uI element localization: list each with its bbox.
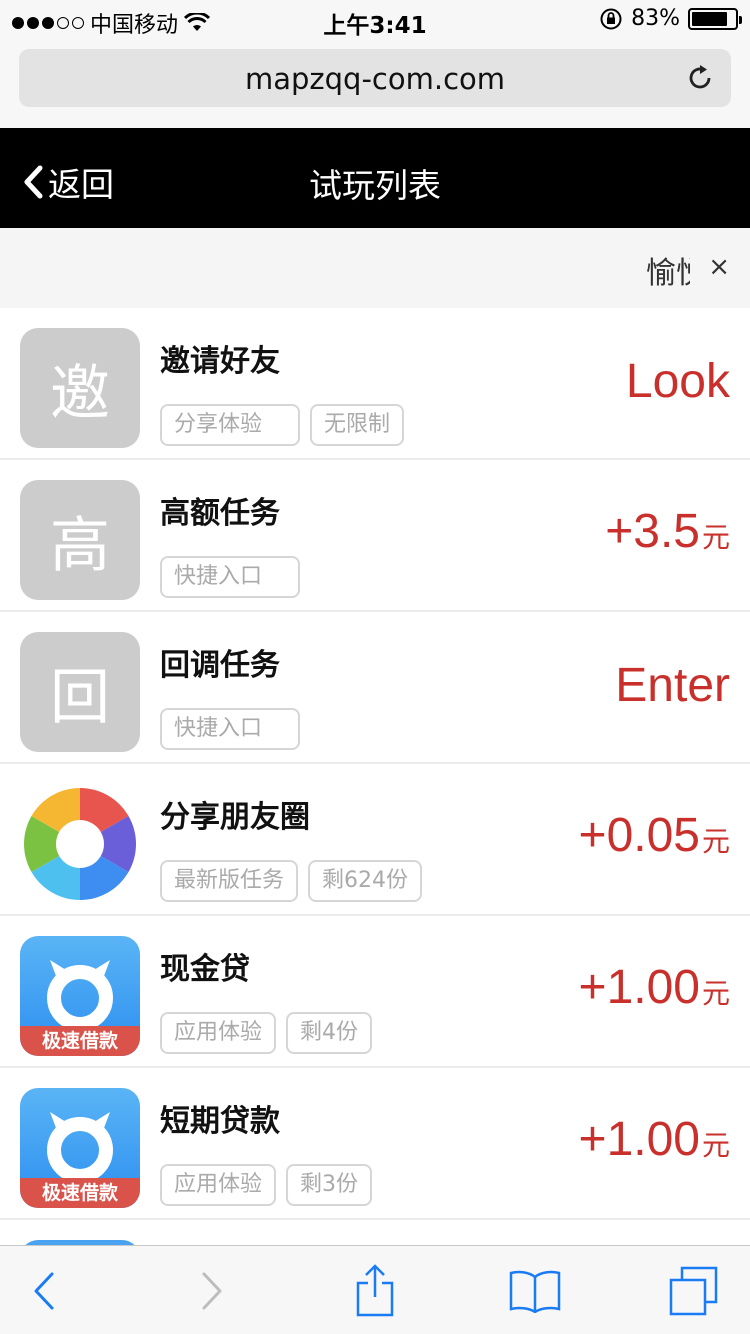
task-row[interactable]: 回 回调任务 快捷入口 Enter — [0, 612, 750, 764]
invite-icon: 邀 — [20, 328, 140, 448]
reward-unit: 元 — [701, 522, 730, 553]
url-text[interactable]: mapzqq-com.com — [19, 62, 731, 96]
callback-task-icon: 回 — [20, 632, 140, 752]
task-tag: 剩624份 — [308, 860, 423, 902]
reward-unit: 元 — [701, 978, 730, 1009]
task-name: 邀请好友 — [160, 344, 280, 379]
browser-toolbar — [0, 1245, 750, 1334]
task-tag: 快捷入口 — [160, 708, 300, 750]
status-right: 83% — [599, 6, 742, 31]
task-tag: 剩3份 — [286, 1164, 373, 1206]
task-tag: 快捷入口 — [160, 556, 300, 598]
share-icon — [356, 1263, 394, 1316]
task-tag: 最新版任务 — [160, 860, 299, 902]
browser-back-button[interactable] — [4, 1246, 84, 1334]
loan-app-icon: 极速借款 — [20, 936, 140, 1056]
task-tags: 应用体验 剩4份 — [160, 1012, 373, 1054]
reward-unit: 元 — [701, 1130, 730, 1161]
task-tag: 应用体验 — [160, 1012, 277, 1054]
reward-value: +0.05 — [578, 809, 700, 862]
close-notice-button[interactable]: × — [708, 252, 730, 282]
task-tags: 最新版任务 剩624份 — [160, 860, 423, 902]
task-name: 分享朋友圈 — [160, 800, 310, 835]
tabs-button[interactable] — [654, 1246, 734, 1334]
task-row[interactable]: 极速借款 短期贷款 应用体验 剩3份 +1.00元 — [0, 1068, 750, 1220]
task-name: 现金贷 — [160, 952, 250, 987]
task-tags: 分享体验 无限制 — [160, 404, 405, 446]
reload-icon[interactable] — [685, 63, 715, 93]
task-tags: 应用体验 剩3份 — [160, 1164, 373, 1206]
browser-url-area: mapzqq-com.com — [0, 40, 750, 128]
reward-value: Enter — [615, 659, 730, 712]
high-task-icon: 高 — [20, 480, 140, 600]
task-tag: 剩4份 — [286, 1012, 373, 1054]
task-list: 邀 邀请好友 分享体验 无限制 Look 高 高额任务 快捷入口 +3.5元 回… — [0, 308, 750, 1220]
share-button[interactable] — [335, 1246, 415, 1334]
reward-value: +1.00 — [578, 1113, 700, 1166]
back-arrow-icon — [34, 1272, 54, 1309]
loan-app-icon: 极速借款 — [20, 1088, 140, 1208]
icon-banner: 极速借款 — [20, 1026, 140, 1056]
task-tag: 无限制 — [310, 404, 405, 446]
battery-level — [692, 11, 727, 26]
task-tag: 应用体验 — [160, 1164, 277, 1206]
icon-banner: 极速借款 — [20, 1178, 140, 1208]
task-reward[interactable]: +3.5元 — [605, 504, 730, 559]
task-reward[interactable]: +1.00元 — [579, 960, 730, 1015]
rotation-lock-icon — [600, 8, 622, 29]
task-tag: 分享体验 — [160, 404, 300, 446]
task-row[interactable]: 邀 邀请好友 分享体验 无限制 Look — [0, 308, 750, 460]
task-reward[interactable]: +0.05元 — [579, 808, 730, 863]
battery-icon — [688, 7, 742, 30]
task-name: 短期贷款 — [160, 1104, 280, 1139]
header-bar: 返回 试玩列表 — [0, 128, 750, 228]
notice-bar: 愉悦 × — [0, 228, 750, 308]
address-bar[interactable]: mapzqq-com.com — [19, 49, 731, 107]
task-tags: 快捷入口 — [160, 708, 300, 750]
aperture-icon — [20, 784, 140, 904]
reward-value: +3.5 — [605, 505, 700, 558]
battery-percent: 83% — [631, 6, 680, 31]
status-bar: 中国移动 上午3:41 83% — [0, 0, 750, 40]
reward-value: Look — [625, 355, 730, 408]
bookmarks-icon — [509, 1270, 561, 1313]
task-reward[interactable]: Enter — [615, 658, 730, 713]
reward-unit: 元 — [701, 826, 730, 857]
page-title: 试玩列表 — [309, 166, 441, 205]
task-name: 高额任务 — [160, 496, 280, 531]
bookmarks-button[interactable] — [495, 1246, 575, 1334]
task-reward[interactable]: +1.00元 — [579, 1112, 730, 1167]
task-row[interactable]: 高 高额任务 快捷入口 +3.5元 — [0, 460, 750, 612]
browser-forward-button[interactable] — [172, 1246, 252, 1334]
forward-arrow-icon — [202, 1272, 222, 1309]
tabs-icon — [669, 1266, 718, 1315]
task-tags: 快捷入口 — [160, 556, 300, 598]
reward-value: +1.00 — [578, 961, 700, 1014]
task-reward[interactable]: Look — [626, 354, 730, 409]
task-row[interactable]: 分享朋友圈 最新版任务 剩624份 +0.05元 — [0, 764, 750, 916]
task-row[interactable]: 极速借款 现金贷 应用体验 剩4份 +1.00元 — [0, 916, 750, 1068]
notice-marquee-text: 愉悦 — [646, 256, 690, 291]
task-name: 回调任务 — [160, 648, 280, 683]
